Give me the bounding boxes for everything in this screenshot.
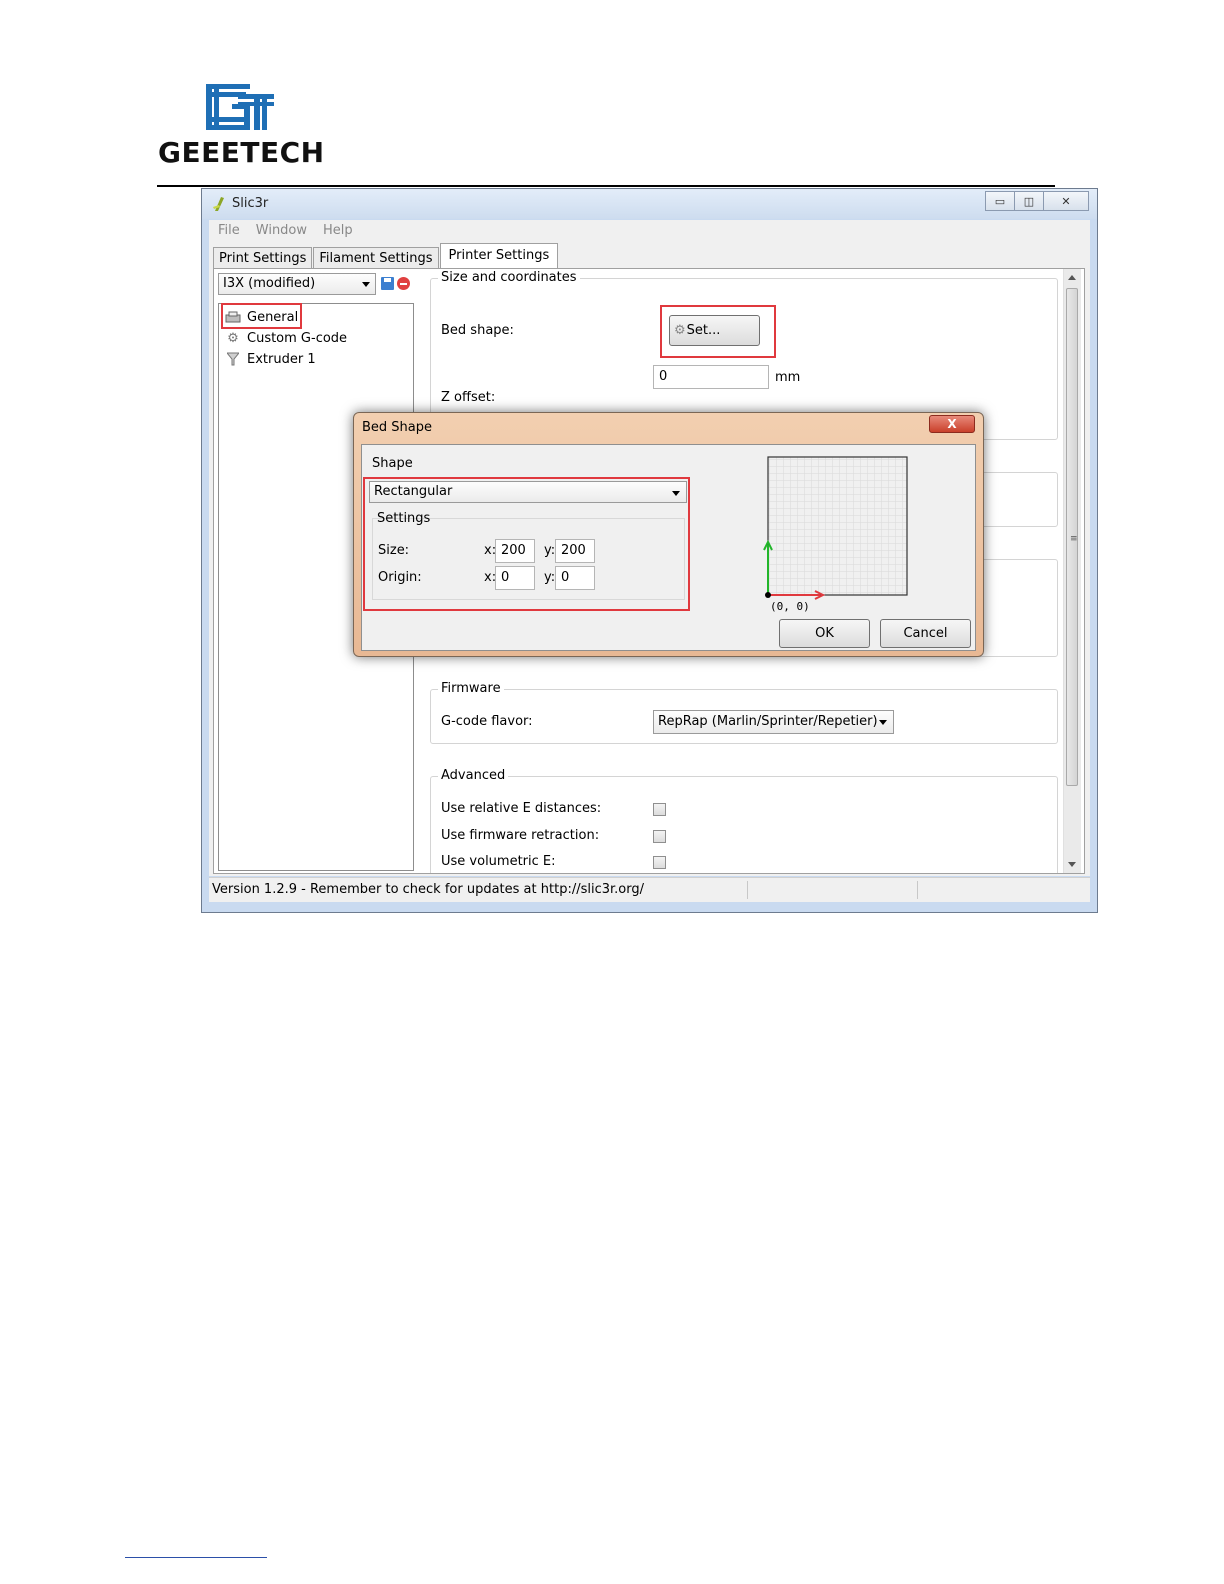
group-title: Size and coordinates [438,270,580,285]
shape-group-label: Shape [372,456,413,471]
tree-item-custom-gcode[interactable]: ⚙ Custom G-code [225,328,347,348]
z-offset-unit: mm [775,370,801,385]
chevron-down-icon [879,720,887,725]
close-button[interactable]: ✕ [1043,191,1089,211]
origin-dot [765,592,771,598]
scroll-up-icon[interactable] [1068,275,1076,280]
delete-preset-icon[interactable] [397,277,410,290]
scrollbar-thumb[interactable]: ≡ [1066,288,1078,786]
bed-grid [767,456,908,596]
logo-mark [206,84,274,130]
gcode-flavor-value: RepRap (Marlin/Sprinter/Repetier) [658,714,878,729]
group-title: Advanced [438,768,509,783]
save-preset-icon[interactable] [381,277,394,290]
maximize-icon: ◫ [1023,194,1035,208]
z-offset-input[interactable]: 0 [653,365,769,389]
chevron-down-icon [362,282,370,287]
status-divider [917,881,918,899]
status-divider [747,881,748,899]
status-text: Version 1.2.9 - Remember to check for up… [212,882,644,897]
cancel-button[interactable]: Cancel [880,619,971,648]
tree-item-extruder-1[interactable]: Extruder 1 [225,349,316,369]
bed-shape-label: Bed shape: [441,323,514,338]
origin-marker-label: (0, 0) [770,600,810,613]
tree-item-label: Custom G-code [247,330,348,346]
relative-e-label: Use relative E distances: [441,801,602,816]
menu-bar: File Window Help [209,220,1090,241]
dialog-title: Bed Shape [362,420,433,435]
advanced-group: Advanced Use relative E distances: Use f… [430,768,1058,873]
minimize-icon: ▭ [994,194,1006,208]
group-title: Firmware [438,681,504,696]
menu-help[interactable]: Help [323,223,353,238]
menu-window[interactable]: Window [256,223,307,238]
footer-link-underline [125,1557,267,1558]
window-title: Slic3r [232,196,269,211]
bed-shape-dialog: Bed Shape X Shape Rectangular Settings S… [353,412,984,657]
z-offset-label: Z offset: [441,390,496,405]
header-rule [157,185,1055,187]
grip-icon: ≡ [1070,534,1078,544]
tab-filament-settings[interactable]: Filament Settings [313,247,439,269]
tree-item-label: Extruder 1 [247,351,316,367]
window-controls: ▭ ◫ ✕ [985,191,1089,211]
funnel-icon [225,352,241,366]
bed-preview: (0, 0) [763,456,908,613]
gcode-flavor-select[interactable]: RepRap (Marlin/Sprinter/Repetier) [653,710,894,734]
ok-button[interactable]: OK [779,619,870,648]
preset-value: I3X (modified) [223,276,316,291]
volumetric-e-label: Use volumetric E: [441,854,556,869]
status-bar: Version 1.2.9 - Remember to check for up… [209,877,1090,902]
minimize-button[interactable]: ▭ [985,191,1015,211]
volumetric-e-checkbox[interactable] [653,856,666,869]
dialog-client: Shape Rectangular Settings Size: x: 200 … [361,444,976,651]
vertical-scrollbar[interactable]: ≡ [1063,269,1081,873]
gcode-flavor-label: G-code flavor: [441,714,533,729]
tab-print-settings[interactable]: Print Settings [213,247,313,269]
dialog-close-button[interactable]: X [929,415,975,433]
settings-tabs: Print Settings Filament Settings Printer… [213,243,559,269]
slic3r-app-icon [213,197,224,211]
menu-file[interactable]: File [218,223,240,238]
firmware-retraction-label: Use firmware retraction: [441,828,600,843]
close-icon: ✕ [1061,194,1071,208]
title-bar[interactable]: Slic3r ▭ ◫ ✕ [202,189,1097,219]
gear-icon: ⚙ [227,330,239,346]
firmware-group: Firmware G-code flavor: RepRap (Marlin/S… [430,681,1058,744]
maximize-button[interactable]: ◫ [1014,191,1044,211]
tab-printer-settings[interactable]: Printer Settings [439,243,559,269]
geeetech-logo: GEEETECH [158,82,328,170]
preset-select[interactable]: I3X (modified) [218,273,376,295]
shape-settings-highlight-box [363,477,690,611]
close-icon: X [947,417,957,431]
set-button-highlight-box [660,305,776,358]
logo-wordmark: GEEETECH [158,136,325,169]
relative-e-checkbox[interactable] [653,803,666,816]
firmware-retraction-checkbox[interactable] [653,830,666,843]
scroll-down-icon[interactable] [1068,862,1076,867]
general-highlight-box [221,303,302,329]
